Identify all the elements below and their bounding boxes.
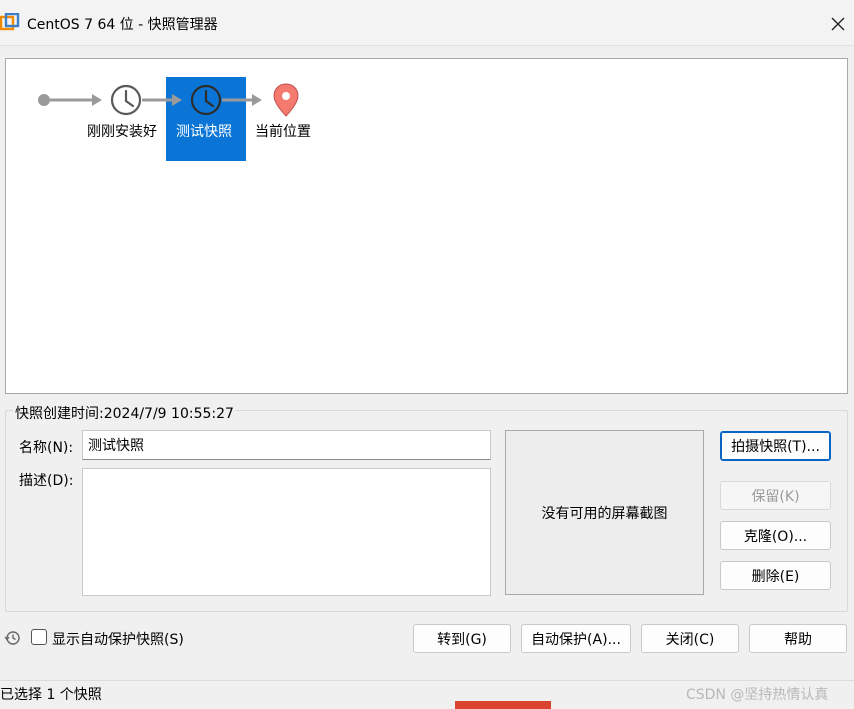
description-field[interactable]	[82, 468, 491, 596]
close-button[interactable]: 关闭(C)	[641, 624, 739, 653]
history-clock-icon	[4, 631, 20, 645]
clock-icon[interactable]	[110, 84, 142, 116]
selection-status: 已选择 1 个快照	[0, 687, 102, 703]
take-snapshot-button[interactable]: 拍摄快照(T)...	[720, 431, 831, 461]
csdn-watermark: CSDN @坚持热情认真	[686, 687, 829, 703]
no-screenshot-text: 没有可用的屏幕截图	[541, 505, 668, 522]
current-position-label[interactable]: 当前位置	[255, 121, 311, 141]
snapshot-node-label[interactable]: 刚刚安装好	[87, 121, 157, 141]
show-autoprotect-checkbox[interactable]	[31, 629, 47, 645]
window-title: CentOS 7 64 位 - 快照管理器	[27, 17, 218, 33]
timeline-arrow-icon	[50, 94, 102, 106]
snapshot-created-caption: 快照创建时间:2024/7/9 10:55:27	[13, 403, 236, 423]
keep-button[interactable]: 保留(K)	[720, 481, 831, 510]
screenshot-preview: 没有可用的屏幕截图	[505, 430, 704, 595]
snapshot-node-label-selected[interactable]: 测试快照	[176, 121, 232, 141]
clone-button[interactable]: 克隆(O)...	[720, 521, 831, 550]
name-label: 名称(N):	[19, 440, 74, 456]
location-pin-icon[interactable]	[273, 83, 299, 117]
help-button[interactable]: 帮助	[749, 624, 847, 653]
timeline-arrow-icon	[142, 94, 182, 106]
timeline-start-dot	[38, 94, 50, 106]
autoprotect-button[interactable]: 自动保护(A)...	[521, 624, 631, 653]
delete-button[interactable]: 删除(E)	[720, 561, 831, 590]
name-field[interactable]	[82, 430, 491, 460]
show-autoprotect-label[interactable]: 显示自动保护快照(S)	[52, 629, 184, 649]
goto-button[interactable]: 转到(G)	[413, 624, 511, 653]
close-icon[interactable]	[826, 12, 850, 36]
snapshot-timeline	[38, 83, 299, 117]
vmware-logo-icon	[0, 13, 20, 31]
description-label: 描述(D):	[19, 473, 74, 489]
background-window-sliver	[455, 701, 551, 709]
clock-icon[interactable]	[190, 84, 222, 116]
snapshot-tree-panel[interactable]: 刚刚安装好 测试快照 当前位置	[5, 58, 848, 394]
timeline-arrow-icon	[222, 94, 262, 106]
